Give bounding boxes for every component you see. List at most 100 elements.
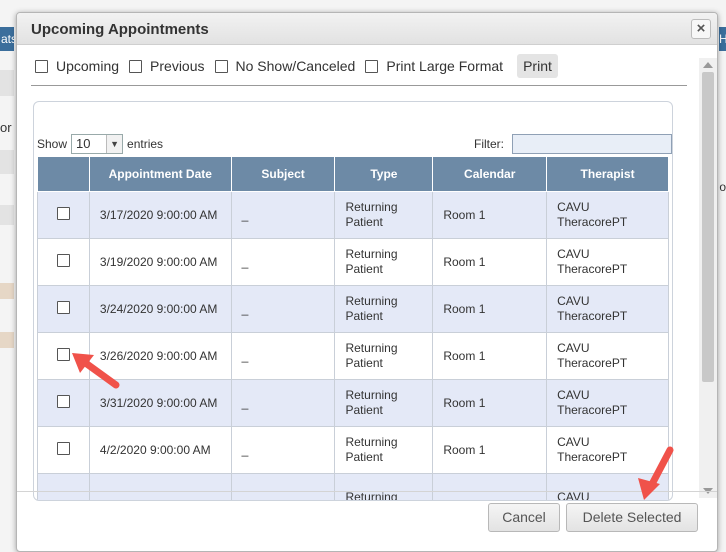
appointment-calendar: Room 1	[432, 285, 548, 333]
column-header-subject[interactable]: Subject	[230, 156, 336, 192]
appointment-subject	[230, 473, 336, 500]
appointment-type: Returning Patient	[334, 379, 434, 427]
appointment-date: 3/26/2020 9:00:00 AM	[88, 332, 232, 380]
table-header-row: Appointment Date Subject Type Calendar T…	[37, 156, 669, 192]
appointment-type: Returning Patient	[334, 285, 434, 333]
entries-label: entries	[127, 137, 164, 151]
scroll-up-icon[interactable]	[703, 62, 713, 68]
appointment-calendar: Room 1	[432, 379, 548, 427]
table-row: 3/26/2020 9:00:00 AM _ Returning Patient…	[37, 332, 669, 380]
row-select-checkbox[interactable]	[56, 206, 70, 220]
row-select-checkbox[interactable]	[56, 394, 70, 408]
entries-control: Show 10 ▼ entries	[37, 134, 163, 154]
appointment-date: 4/2/2020 9:00:00 AM	[88, 426, 232, 474]
appointment-therapist: CAVU TheracorePT	[546, 238, 669, 286]
appointment-date: 3/19/2020 9:00:00 AM	[88, 238, 232, 286]
previous-checkbox[interactable]: Previous	[129, 58, 205, 74]
dialog-scrollbar[interactable]	[699, 58, 717, 498]
appointment-calendar: Room 1	[432, 238, 548, 286]
appointment-filter-options: Upcoming Previous No Show/Canceled Print…	[35, 53, 558, 79]
column-header-calendar[interactable]: Calendar	[432, 156, 548, 192]
footer-divider	[17, 491, 717, 492]
no-show-label: No Show/Canceled	[235, 58, 356, 74]
entries-value: 10	[76, 136, 91, 151]
previous-label: Previous	[150, 58, 205, 74]
large-format-checkbox[interactable]: Print Large Format	[365, 58, 503, 74]
appointment-type: Returning Patient	[334, 238, 434, 286]
checkbox-icon	[365, 59, 379, 73]
column-header-type[interactable]: Type	[334, 156, 434, 192]
appointment-subject: _	[230, 285, 336, 333]
column-header-date[interactable]: Appointment Date	[88, 156, 232, 192]
background-button-fragment: ats	[0, 27, 14, 51]
background-strip	[0, 205, 14, 225]
background-text-fragment: or	[0, 120, 12, 135]
column-header-select	[37, 156, 90, 192]
scrollbar-thumb[interactable]	[702, 72, 714, 382]
large-format-label: Print Large Format	[386, 58, 504, 74]
show-label: Show	[37, 137, 68, 151]
appointment-type: Returning	[334, 473, 434, 500]
table-row: 4/2/2020 9:00:00 AM _ Returning Patient …	[37, 426, 669, 474]
column-header-therapist[interactable]: Therapist	[546, 156, 669, 192]
appointment-therapist: CAVU TheracorePT	[546, 332, 669, 380]
appointments-table-panel: Show 10 ▼ entries Filter: Appointment Da…	[33, 101, 673, 501]
background-strip	[0, 332, 14, 348]
no-show-checkbox[interactable]: No Show/Canceled	[214, 58, 356, 74]
dialog-titlebar: Upcoming Appointments ×	[17, 13, 717, 45]
dialog-title: Upcoming Appointments	[31, 21, 209, 38]
appointment-subject: _	[230, 332, 336, 380]
table-row: 3/24/2020 9:00:00 AM _ Returning Patient…	[37, 285, 669, 333]
appointment-date	[88, 473, 232, 500]
appointment-calendar: Room 1	[432, 426, 548, 474]
close-button[interactable]: ×	[691, 19, 711, 39]
appointment-therapist: CAVU TheracorePT	[546, 191, 669, 239]
appointment-therapist: CAVU TheracorePT	[546, 426, 669, 474]
table-row: 3/19/2020 9:00:00 AM _ Returning Patient…	[37, 238, 669, 286]
row-select-checkbox[interactable]	[56, 253, 70, 267]
upcoming-checkbox[interactable]: Upcoming	[35, 58, 119, 74]
checkbox-icon	[214, 59, 228, 73]
appointment-therapist: CAVU TheracorePT	[546, 285, 669, 333]
table-row: Returning CAVU	[37, 473, 669, 500]
checkbox-icon	[35, 59, 48, 73]
appointment-calendar: Room 1	[432, 191, 548, 239]
appointment-subject: _	[230, 426, 336, 474]
filter-input[interactable]	[512, 134, 672, 154]
appointment-date: 3/24/2020 9:00:00 AM	[88, 285, 232, 333]
table-row: 3/17/2020 9:00:00 AM _ Returning Patient…	[37, 191, 669, 239]
background-strip	[0, 70, 14, 96]
delete-selected-button[interactable]: Delete Selected	[566, 503, 698, 532]
table-row: 3/31/2020 9:00:00 AM _ Returning Patient…	[37, 379, 669, 427]
appointment-therapist: CAVU	[546, 473, 669, 500]
appointment-calendar: Room 1	[432, 332, 548, 380]
appointment-date: 3/31/2020 9:00:00 AM	[88, 379, 232, 427]
close-icon: ×	[696, 20, 706, 37]
checkbox-icon	[129, 59, 143, 73]
background-button-fragment-right: H	[719, 27, 726, 51]
appointment-therapist: CAVU TheracorePT	[546, 379, 669, 427]
upcoming-label: Upcoming	[56, 58, 120, 74]
filter-label: Filter:	[474, 137, 504, 151]
background-strip	[0, 150, 14, 174]
print-button[interactable]: Print	[517, 54, 558, 78]
row-select-checkbox[interactable]	[56, 300, 70, 314]
background-strip	[0, 283, 14, 299]
appointment-subject: _	[230, 191, 336, 239]
filter-control: Filter:	[474, 134, 672, 154]
row-select-checkbox[interactable]	[56, 441, 70, 455]
cancel-button[interactable]: Cancel	[488, 503, 560, 532]
appointment-subject: _	[230, 238, 336, 286]
background-text-fragment-right: o	[719, 180, 726, 194]
appointment-type: Returning Patient	[334, 426, 434, 474]
appointments-table: Appointment Date Subject Type Calendar T…	[37, 156, 669, 500]
appointment-type: Returning Patient	[334, 191, 434, 239]
appointment-type: Returning Patient	[334, 332, 434, 380]
chevron-down-icon: ▼	[106, 135, 123, 153]
row-select-checkbox[interactable]	[56, 347, 70, 361]
appointment-subject: _	[230, 379, 336, 427]
appointment-date: 3/17/2020 9:00:00 AM	[88, 191, 232, 239]
entries-select[interactable]: 10 ▼	[71, 134, 124, 154]
upcoming-appointments-dialog: Upcoming Appointments × Upcoming Previou…	[16, 12, 718, 552]
divider	[31, 85, 687, 86]
